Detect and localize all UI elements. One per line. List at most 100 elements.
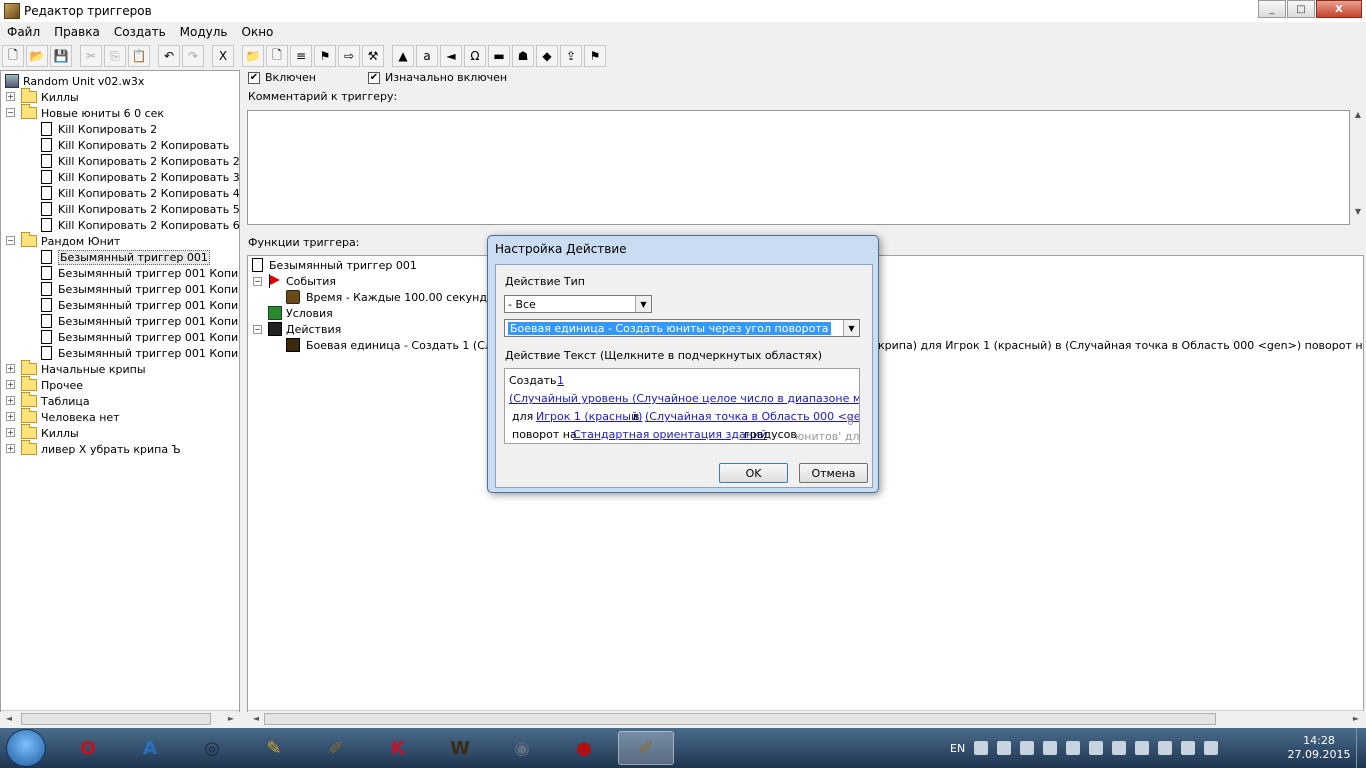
ai-icon[interactable]: ☗ <box>512 45 534 67</box>
tree-folder[interactable]: ливер Х убрать крипа Ъ <box>21 440 181 457</box>
save-icon[interactable]: 💾 <box>50 45 72 67</box>
expand-icon[interactable]: + <box>6 428 15 437</box>
new-action-icon[interactable]: ⚒ <box>362 45 384 67</box>
new-trigger-icon[interactable]: 🗋 <box>266 45 288 67</box>
cancel-button[interactable]: Отмена <box>799 463 868 483</box>
tree-folder[interactable]: Киллы <box>21 424 79 441</box>
scroll-thumb[interactable] <box>264 713 1216 725</box>
tree-folder[interactable]: Человека нет <box>21 408 120 425</box>
expand-icon[interactable]: + <box>6 364 15 373</box>
comment-textarea[interactable] <box>247 110 1350 225</box>
tree-trigger[interactable]: Kill Копировать 2 <box>41 121 157 137</box>
tray-icon[interactable] <box>1135 741 1150 755</box>
expand-icon[interactable]: + <box>6 380 15 389</box>
tree-trigger[interactable]: Kill Копировать 2 Копировать 2 <box>41 153 239 169</box>
functions-hscrollbar[interactable]: ◄ ► <box>248 710 1364 726</box>
tree-trigger[interactable]: Безымянный триггер 001 Копиров <box>41 297 239 313</box>
language-indicator[interactable]: EN <box>950 742 965 755</box>
menu-window[interactable]: Окно <box>235 25 281 39</box>
tree-folder[interactable]: Киллы <box>21 88 79 105</box>
expand-icon[interactable]: + <box>6 92 15 101</box>
tray-icon[interactable] <box>997 741 1012 755</box>
events-node[interactable]: События <box>268 273 336 289</box>
tree-root[interactable]: Random Unit v02.w3x <box>5 73 144 89</box>
taskbar-app-kaspersky[interactable]: K <box>370 731 426 765</box>
collapse-icon[interactable]: − <box>6 108 15 117</box>
actions-node[interactable]: Действия <box>268 321 341 337</box>
scroll-left-icon[interactable]: ◄ <box>248 711 264 727</box>
tree-trigger[interactable]: Безымянный триггер 001 Копиров <box>41 265 239 281</box>
taskbar-app-wordpad[interactable]: A <box>122 731 178 765</box>
network-icon[interactable] <box>1158 741 1173 755</box>
tray-icon[interactable] <box>1066 741 1081 755</box>
menu-file[interactable]: Файл <box>0 25 47 39</box>
tree-trigger[interactable]: Безымянный триггер 001 Копиров <box>41 313 239 329</box>
tray-icon[interactable] <box>1089 741 1104 755</box>
taskbar-app-warcraft[interactable]: W <box>432 731 488 765</box>
taskbar-app-paint[interactable]: ✎ <box>246 731 302 765</box>
menu-edit[interactable]: Правка <box>47 25 107 39</box>
tree-folder[interactable]: Таблица <box>21 392 90 409</box>
tree-trigger[interactable]: Kill Копировать 2 Копировать 6 <box>41 217 239 233</box>
collapse-icon[interactable]: − <box>253 325 262 334</box>
minimize-button[interactable]: _ <box>1258 0 1286 18</box>
tree-folder[interactable]: Новые юниты 6 0 сек <box>21 104 164 121</box>
new-condition-icon[interactable]: ⇨ <box>338 45 360 67</box>
tree-trigger[interactable]: Безымянный триггер 001 Копиров <box>41 329 239 345</box>
clock[interactable]: 14:28 27.09.2015 <box>1284 734 1354 762</box>
undo-icon[interactable]: ↶ <box>158 45 180 67</box>
action-item-tail[interactable]: крипа) для Игрок 1 (красный) в (Случайна… <box>878 337 1363 353</box>
comment-scrollbar[interactable]: ▲ ▼ <box>1352 110 1364 225</box>
conditions-node[interactable]: Условия <box>268 305 333 321</box>
tree-trigger[interactable]: Kill Копировать 2 Копировать 3 <box>41 169 239 185</box>
new-category-icon[interactable]: 📁 <box>242 45 264 67</box>
param-facing[interactable]: Стандартная ориентация зданий <box>573 428 767 441</box>
object-icon[interactable]: Ω <box>464 45 486 67</box>
paste-icon[interactable]: 📋 <box>128 45 150 67</box>
action-item[interactable]: Боевая единица - Создать 1 (Случа <box>286 337 512 353</box>
maximize-button[interactable]: □ <box>1287 0 1315 18</box>
chevron-down-icon[interactable]: ▼ <box>843 320 859 336</box>
test-map-icon[interactable]: ⚑ <box>584 45 606 67</box>
scroll-thumb[interactable] <box>21 713 211 725</box>
cut-icon[interactable]: ✂ <box>80 45 102 67</box>
enabled-checkbox[interactable]: ✔ Включен <box>248 71 316 84</box>
show-desktop-button[interactable] <box>1356 728 1366 768</box>
trigger-tree[interactable]: Random Unit v02.w3x + Киллы − Новые юниты 6… <box>0 70 240 712</box>
chevron-down-icon[interactable]: ▼ <box>635 296 651 312</box>
tree-folder[interactable]: Начальные крипы <box>21 360 146 377</box>
menu-module[interactable]: Модуль <box>173 25 235 39</box>
tree-folder[interactable]: Рандом Юнит <box>21 232 120 249</box>
terrain-icon[interactable]: ▲ <box>392 45 414 67</box>
scroll-right-icon[interactable]: ► <box>1348 711 1364 727</box>
open-icon[interactable]: 📂 <box>26 45 48 67</box>
collapse-icon[interactable]: − <box>253 277 262 286</box>
delete-icon[interactable]: X <box>212 45 234 67</box>
taskbar-app-app-red[interactable]: ● <box>556 731 612 765</box>
expand-icon[interactable]: + <box>6 412 15 421</box>
unit-icon[interactable]: a <box>416 45 438 67</box>
campaign-icon[interactable]: ▬ <box>488 45 510 67</box>
function-trigger-name[interactable]: Безымянный триггер 001 <box>252 257 417 273</box>
initially-on-checkbox[interactable]: ✔ Изначально включен <box>368 71 507 84</box>
tray-icon[interactable] <box>1043 741 1058 755</box>
taskbar-app-world-editor[interactable]: ✐ <box>308 731 364 765</box>
ok-button[interactable]: OK <box>719 463 788 483</box>
import-icon[interactable]: ◆ <box>536 45 558 67</box>
param-player[interactable]: Игрок 1 (красный) <box>536 410 642 423</box>
volume-icon[interactable] <box>1181 741 1196 755</box>
tree-trigger[interactable]: Kill Копировать 2 Копировать 5 <box>41 201 239 217</box>
param-point[interactable]: (Случайная точка в Область 000 <gen>) <box>645 410 859 423</box>
param-unit-type[interactable]: (Случайный уровень (Случайное целое числ… <box>509 392 859 405</box>
event-item[interactable]: Время - Каждые 100.00 секунд игр <box>286 289 510 305</box>
taskbar-app-media[interactable]: ◉ <box>494 731 550 765</box>
tree-trigger[interactable]: Kill Копировать 2 Копировать 4 <box>41 185 239 201</box>
new-event-icon[interactable]: ⚑ <box>314 45 336 67</box>
tree-trigger[interactable]: Безымянный триггер 001 <box>41 249 210 265</box>
tree-hscrollbar[interactable]: ◄ ► <box>1 710 239 726</box>
taskbar-app-world-editor-active[interactable]: ✐ <box>618 731 674 765</box>
tray-icon[interactable] <box>1112 741 1127 755</box>
tree-trigger[interactable]: Безымянный триггер 001 Копиров <box>41 345 239 361</box>
close-button[interactable]: X <box>1316 0 1362 18</box>
start-button[interactable] <box>6 729 46 767</box>
